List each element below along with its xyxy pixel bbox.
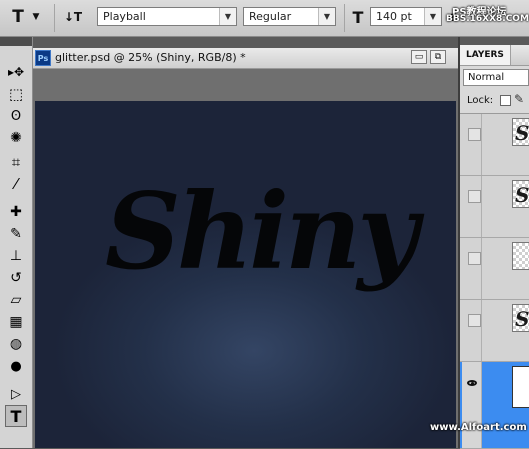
marquee-tool-icon[interactable]: ⬚ [5,83,27,105]
eye-icon[interactable] [467,380,477,386]
layer-row[interactable]: S [460,300,529,362]
font-family-select[interactable]: Playball ▼ [97,7,237,26]
lock-pixels-icon[interactable]: ✎ [514,92,524,106]
toolbox-grip[interactable] [0,37,32,46]
visibility-off-icon[interactable] [468,314,481,327]
path-select-tool-icon[interactable]: ▷ [5,383,27,405]
visibility-off-icon[interactable] [468,190,481,203]
lock-label: Lock: [467,95,494,106]
lasso-tool-icon[interactable]: ʘ [5,105,27,127]
layer-thumbnail: S [512,180,529,208]
minimize-button[interactable]: ▭ [411,50,427,64]
quick-select-tool-icon[interactable]: ✺ [5,127,27,149]
blur-tool-icon[interactable]: ◍ [5,333,27,355]
brush-tool-icon[interactable]: ✎ [5,223,27,245]
layer-visibility[interactable] [462,362,482,448]
canvas-text-shiny[interactable]: Shiny [105,169,418,293]
separator [344,4,345,32]
restore-button[interactable]: ⧉ [430,50,446,64]
canvas[interactable]: Shiny [35,101,456,448]
font-size-select[interactable]: 140 pt ▼ [370,7,442,26]
layer-row-selected[interactable] [460,362,529,449]
gradient-tool-icon[interactable]: ▦ [5,311,27,333]
layer-visibility[interactable] [462,114,482,175]
visibility-off-icon[interactable] [468,128,481,141]
layer-visibility[interactable] [462,238,482,299]
layer-row[interactable]: S [460,176,529,238]
text-orientation-icon[interactable]: ↓T [60,6,86,28]
layer-row[interactable] [460,238,529,300]
horizontal-type-icon[interactable]: T [6,6,30,28]
photoshop-file-icon: Ps [35,50,51,66]
dodge-tool-icon[interactable]: ● [5,355,27,377]
toolbox: ▸✥ ⬚ ʘ ✺ ⌗ ⁄ ✚ ✎ ⊥ ↺ ▱ ▦ ◍ ● ▷ T [0,37,33,448]
stamp-tool-icon[interactable]: ⊥ [5,245,27,267]
layer-thumbnail [512,242,529,270]
crop-tool-icon[interactable]: ⌗ [5,151,27,173]
tool-preset-chevron-icon[interactable]: ▼ [30,6,42,28]
layer-thumbnail: S [512,118,529,146]
font-style-dropdown-icon[interactable]: ▼ [318,8,335,25]
font-family-value: Playball [103,10,146,23]
eraser-tool-icon[interactable]: ▱ [5,289,27,311]
tab-layers[interactable]: LAYERS [460,45,511,65]
lock-transparency-checkbox[interactable] [500,95,511,106]
layers-list: S S S [460,113,529,449]
layer-thumbnail: S [512,304,529,332]
layer-row[interactable]: S [460,114,529,176]
document-title: glitter.psd @ 25% (Shiny, RGB/8) * [55,51,246,64]
type-tool-icon[interactable]: T [5,405,27,427]
font-size-dropdown-icon[interactable]: ▼ [424,8,441,25]
layers-panel: LAYERS Normal Lock: ✎ S S S [460,45,529,449]
eyedropper-tool-icon[interactable]: ⁄ [5,173,27,195]
healing-tool-icon[interactable]: ✚ [5,201,27,223]
font-style-value: Regular [249,10,292,23]
layer-visibility[interactable] [462,300,482,361]
document-tab[interactable]: Ps glitter.psd @ 25% (Shiny, RGB/8) * ▭ … [33,48,458,69]
watermark-site-url: BBS.16XX8.COM [446,14,529,24]
layer-visibility[interactable] [462,176,482,237]
canvas-area: Shiny [33,69,458,448]
font-family-dropdown-icon[interactable]: ▼ [219,8,236,25]
move-tool-icon[interactable]: ▸✥ [5,61,27,83]
separator [54,4,55,32]
layer-thumbnail [512,366,529,408]
layers-panel-header: LAYERS [460,45,529,66]
visibility-off-icon[interactable] [468,252,481,265]
font-style-select[interactable]: Regular ▼ [243,7,336,26]
watermark-url: www.Alfoart.com [430,422,527,433]
font-size-value: 140 pt [376,10,412,23]
blend-mode-select[interactable]: Normal [463,69,529,86]
font-size-icon: T [352,7,364,27]
history-brush-tool-icon[interactable]: ↺ [5,267,27,289]
